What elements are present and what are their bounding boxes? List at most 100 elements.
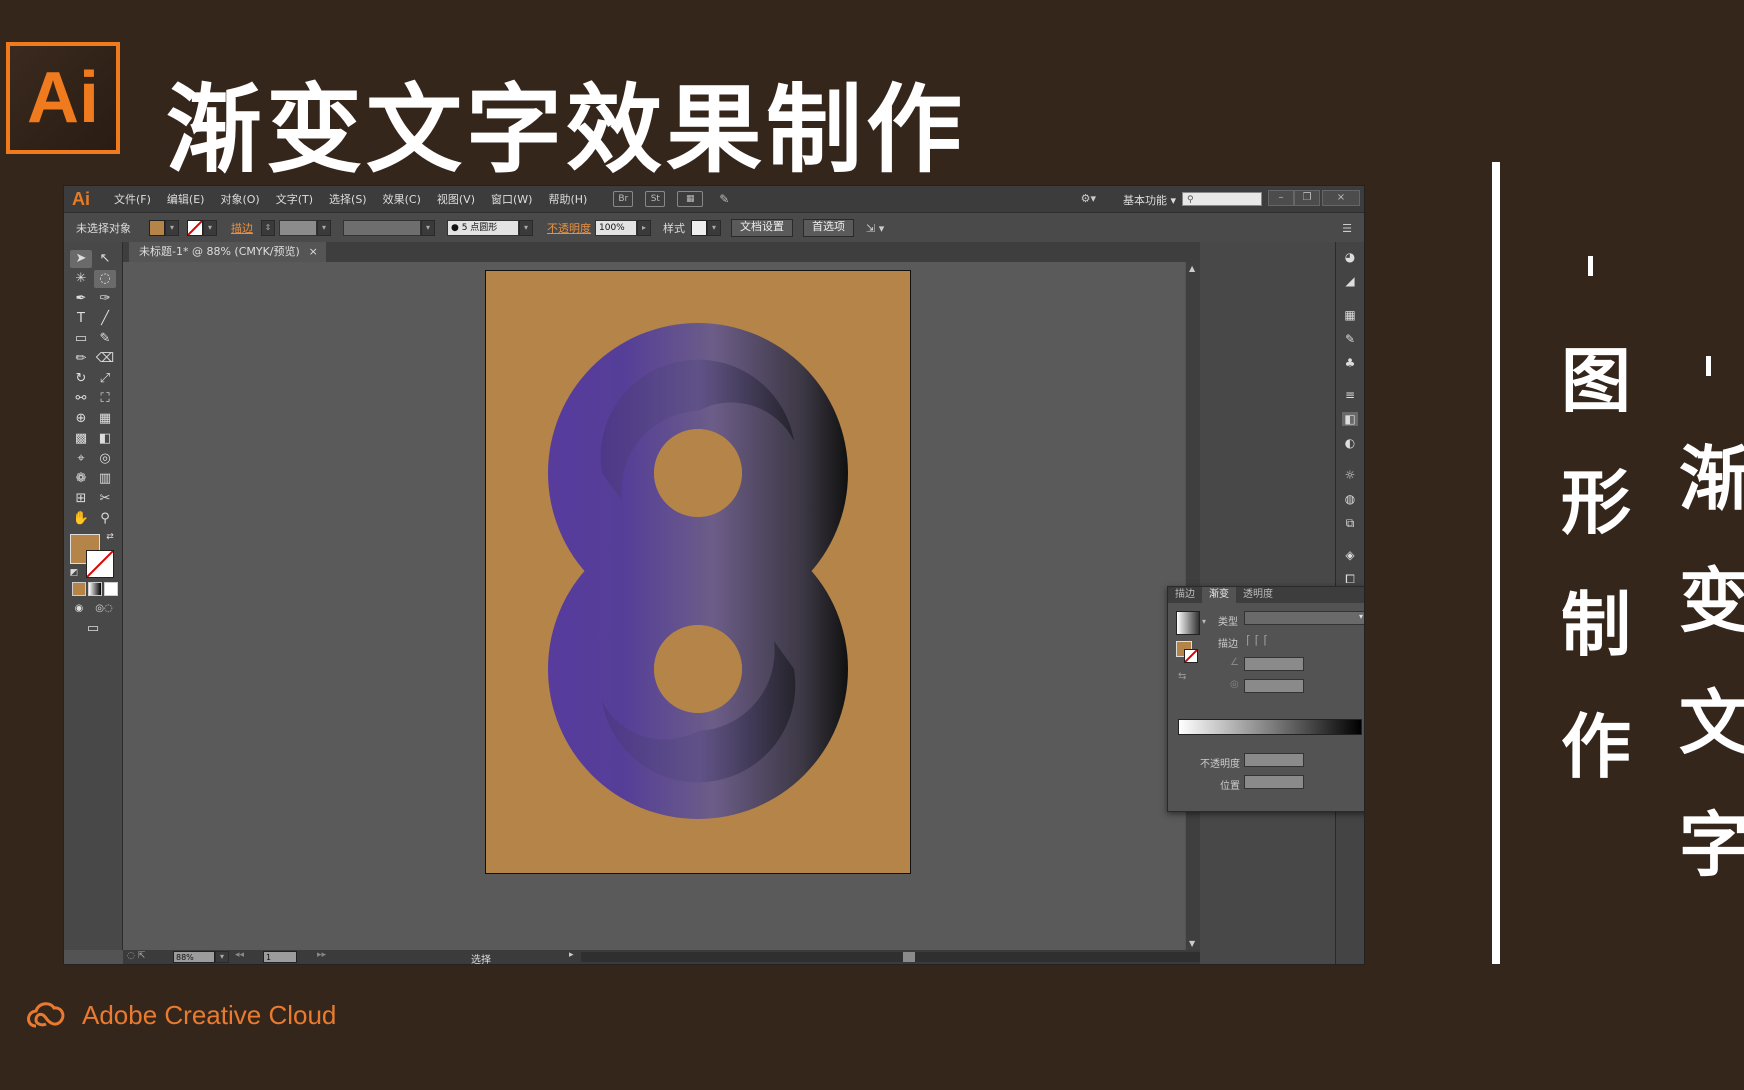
stroke-label[interactable]: 描边 xyxy=(231,220,253,236)
layers-panel-icon[interactable]: ◈ xyxy=(1342,548,1358,562)
shape-builder-tool-icon[interactable]: ⊕ xyxy=(70,410,92,428)
color-panel-icon[interactable]: ◕ xyxy=(1342,250,1358,264)
symbols-panel-icon[interactable]: ♣ xyxy=(1342,356,1358,370)
menu-object[interactable]: 对象(O) xyxy=(220,191,259,207)
close-tab-icon[interactable]: × xyxy=(309,242,318,262)
gradient-mode-icon[interactable] xyxy=(88,582,102,596)
direct-selection-tool-icon[interactable]: ↖ xyxy=(94,250,116,268)
paintbrush-tool-icon[interactable]: ✎ xyxy=(94,330,116,348)
angle-field[interactable] xyxy=(1244,657,1304,671)
fill-swatch[interactable] xyxy=(149,220,165,236)
gradient-eight-artwork[interactable] xyxy=(486,271,910,873)
scroll-down-icon[interactable]: ▼ xyxy=(1189,939,1195,948)
menu-window[interactable]: 窗口(W) xyxy=(491,191,532,207)
scroll-up-icon[interactable]: ▲ xyxy=(1189,264,1195,273)
width-tool-icon[interactable]: ⚯ xyxy=(70,390,92,408)
hand-tool-icon[interactable]: ✋ xyxy=(70,510,92,528)
menu-edit[interactable]: 编辑(E) xyxy=(167,191,205,207)
stop-position-field[interactable] xyxy=(1244,775,1304,789)
stroke-weight-dropdown[interactable]: ▾ xyxy=(317,220,331,236)
stroke-dropdown[interactable]: ▾ xyxy=(203,220,217,236)
rotate-tool-icon[interactable]: ↻ xyxy=(70,370,92,388)
opacity-label[interactable]: 不透明度 xyxy=(547,220,591,236)
eraser-tool-icon[interactable]: ⌫ xyxy=(94,350,116,368)
none-mode-icon[interactable] xyxy=(104,582,118,596)
graphic-styles-icon[interactable]: ◍ xyxy=(1342,492,1358,506)
menu-type[interactable]: 文字(T) xyxy=(276,191,313,207)
opacity-dropdown[interactable]: ▸ xyxy=(637,220,651,236)
stop-opacity-field[interactable] xyxy=(1244,753,1304,767)
eyedropper-tool-icon[interactable]: ⌖ xyxy=(70,450,92,468)
panel-menu-icon[interactable]: ☰ xyxy=(1342,222,1352,235)
line-tool-icon[interactable]: ╱ xyxy=(94,310,116,328)
blend-tool-icon[interactable]: ◎ xyxy=(94,450,116,468)
gpu-performance-icon[interactable]: ✎ xyxy=(715,192,733,206)
gradient-panel-icon[interactable]: ◧ xyxy=(1342,412,1358,426)
document-tab[interactable]: 未标题-1* @ 88% (CMYK/预览) × xyxy=(129,242,326,262)
search-input[interactable]: ⚲ xyxy=(1182,192,1262,206)
pen-tool-icon[interactable]: ✒ xyxy=(70,290,92,308)
tab-stroke[interactable]: 描边 xyxy=(1168,587,1202,603)
type-select[interactable]: ▾ xyxy=(1244,611,1364,625)
tab-transparency[interactable]: 透明度 xyxy=(1236,587,1280,603)
horizontal-scrollbar[interactable] xyxy=(581,952,1201,962)
artboard-number-field[interactable]: 1 xyxy=(263,951,297,963)
curvature-tool-icon[interactable]: ✑ xyxy=(94,290,116,308)
draw-normal-icon[interactable]: ◉ xyxy=(68,600,90,618)
transparency-panel-icon[interactable]: ◐ xyxy=(1342,436,1358,450)
fill-dropdown[interactable]: ▾ xyxy=(165,220,179,236)
menu-help[interactable]: 帮助(H) xyxy=(548,191,587,207)
close-window-button[interactable]: × xyxy=(1322,190,1360,206)
zoom-dropdown[interactable]: ▾ xyxy=(215,951,229,963)
sync-icon[interactable]: ⚙▾ xyxy=(1081,192,1096,205)
menu-effect[interactable]: 效果(C) xyxy=(383,191,421,207)
default-colors-icon[interactable]: ◩ xyxy=(68,564,80,582)
magic-wand-tool-icon[interactable]: ✳ xyxy=(70,270,92,288)
stroke-weight-field[interactable] xyxy=(279,220,317,236)
selection-tool-icon[interactable]: ➤ xyxy=(70,250,92,268)
reverse-gradient-icon[interactable]: ⇆ xyxy=(1178,671,1186,682)
scale-tool-icon[interactable]: ⤢ xyxy=(94,370,116,388)
artboard-nav-prev[interactable]: ◂◂ xyxy=(235,950,244,960)
artboards-panel-icon[interactable]: ⧠ xyxy=(1342,572,1358,586)
color-mode-icon[interactable] xyxy=(72,582,86,596)
style-swatch[interactable] xyxy=(691,220,707,236)
lasso-tool-icon[interactable]: ◌ xyxy=(94,270,116,288)
variable-width-dropdown[interactable]: ▾ xyxy=(421,220,435,236)
status-menu-arrow[interactable]: ▸ xyxy=(569,950,574,960)
slice-tool-icon[interactable]: ✂ xyxy=(94,490,116,508)
artboard-tool-icon[interactable]: ⊞ xyxy=(70,490,92,508)
document-setup-button[interactable]: 文档设置 xyxy=(731,219,793,237)
screen-mode-icon[interactable]: ▭ xyxy=(82,620,104,638)
horizontal-scroll-thumb[interactable] xyxy=(903,952,915,962)
align-options-icon[interactable]: ⇲ ▾ xyxy=(866,222,884,235)
transform-panel-icon[interactable]: ⧉ xyxy=(1342,516,1358,530)
brush-dropdown[interactable]: ▾ xyxy=(519,220,533,236)
draw-behind-icon[interactable]: ◎◌ xyxy=(90,600,118,618)
gradient-tool-icon[interactable]: ◧ xyxy=(94,430,116,448)
rectangle-tool-icon[interactable]: ▭ xyxy=(70,330,92,348)
brushes-panel-icon[interactable]: ✎ xyxy=(1342,332,1358,346)
bridge-icon[interactable]: Br xyxy=(613,191,634,207)
gradient-thumbnail[interactable] xyxy=(1176,611,1200,635)
gradient-slider[interactable] xyxy=(1178,719,1362,735)
artboard[interactable] xyxy=(485,270,911,874)
menu-select[interactable]: 选择(S) xyxy=(329,191,367,207)
workspace-switcher[interactable]: 基本功能 ▾ xyxy=(1123,192,1176,208)
gradient-stroke-swatch[interactable] xyxy=(1184,649,1198,663)
symbol-sprayer-tool-icon[interactable]: ❁ xyxy=(70,470,92,488)
opacity-field[interactable]: 100% xyxy=(595,220,637,236)
color-guide-icon[interactable]: ◢ xyxy=(1342,274,1358,288)
menu-file[interactable]: 文件(F) xyxy=(114,191,151,207)
zoom-field[interactable]: 88% xyxy=(173,951,215,963)
mesh-tool-icon[interactable]: ▩ xyxy=(70,430,92,448)
brush-field[interactable]: ● 5 点圆形 xyxy=(447,220,519,236)
stroke-weight-stepper[interactable]: ⇕ xyxy=(261,220,275,236)
artboard-nav-next[interactable]: ▸▸ xyxy=(317,950,326,960)
aspect-ratio-field[interactable] xyxy=(1244,679,1304,693)
stock-icon[interactable]: St xyxy=(645,191,666,207)
stroke-color-box[interactable] xyxy=(86,550,114,578)
preferences-button[interactable]: 首选项 xyxy=(803,219,854,237)
tab-gradient[interactable]: 渐变 xyxy=(1202,587,1236,603)
swap-colors-icon[interactable]: ⇄ xyxy=(104,528,116,546)
